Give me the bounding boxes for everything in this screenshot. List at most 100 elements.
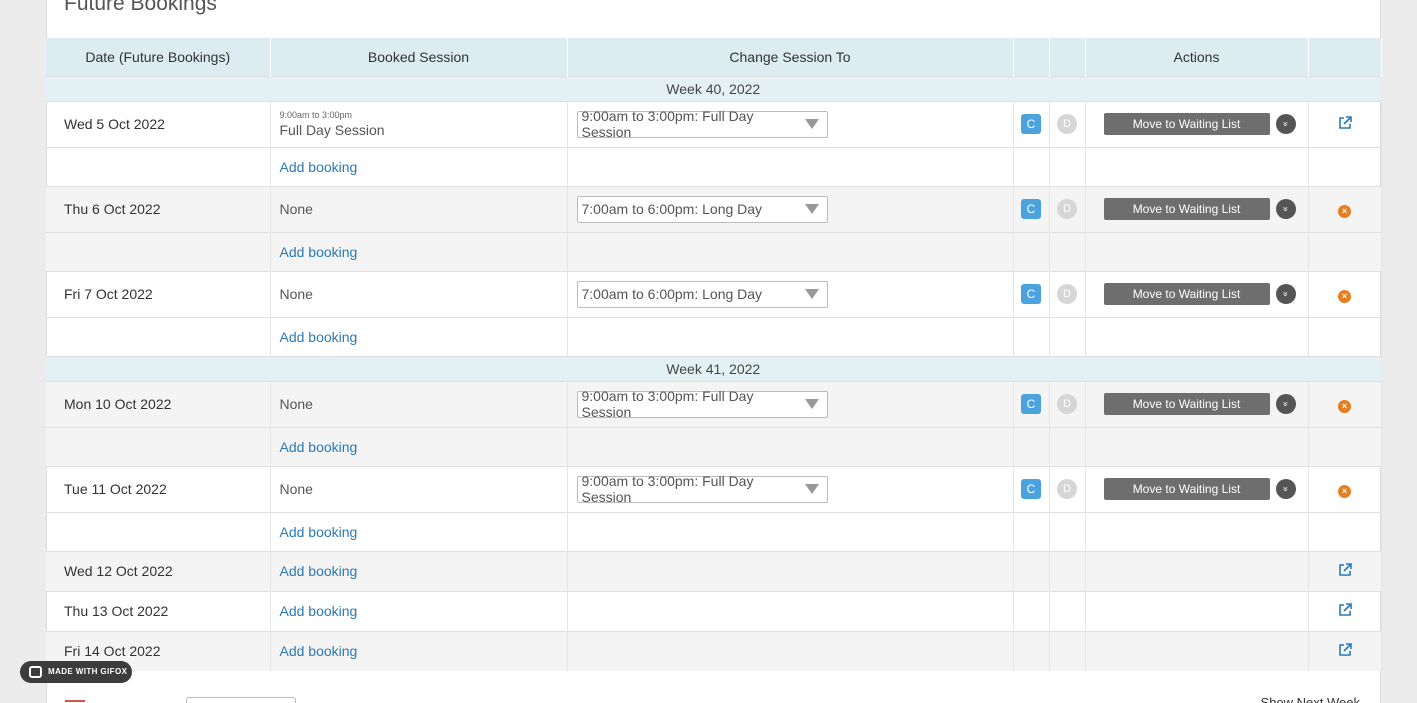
change-session-cell: 9:00am to 3:00pm: Full Day Session bbox=[567, 465, 1014, 512]
badge-c-cell: C bbox=[1013, 270, 1050, 317]
dropdown-arrow-icon bbox=[804, 119, 819, 129]
booked-session-name: None bbox=[279, 286, 313, 302]
move-to-waiting-list-button[interactable]: Move to Waiting List bbox=[1103, 198, 1270, 220]
row-action-cell: × bbox=[1308, 380, 1382, 427]
chevron-down-icon[interactable]: » bbox=[1275, 199, 1296, 220]
booking-row: Mon 10 Oct 2022 None 9:00am to 3:00pm: Ful… bbox=[46, 380, 1382, 427]
booked-session-cell: None bbox=[270, 465, 568, 512]
badge-c-cell: C bbox=[1013, 100, 1050, 147]
chevron-down-icon[interactable]: » bbox=[1275, 394, 1296, 415]
status-d-badge[interactable]: D bbox=[1057, 199, 1077, 219]
row-action-cell bbox=[1308, 100, 1382, 147]
remove-icon[interactable]: × bbox=[1338, 204, 1351, 218]
booked-session-cell: None bbox=[270, 270, 568, 317]
add-booking-row: Add booking bbox=[46, 511, 1382, 551]
status-c-badge[interactable]: C bbox=[1021, 479, 1041, 499]
change-session-select[interactable]: 7:00am to 6:00pm: Long Day bbox=[576, 195, 828, 223]
booking-date: Tue 11 Oct 2022 bbox=[46, 465, 271, 512]
change-session-select[interactable]: 9:00am to 3:00pm: Full Day Session bbox=[576, 473, 828, 505]
row-action-cell: × bbox=[1308, 465, 1382, 512]
empty-cell bbox=[1308, 316, 1382, 356]
week-title: Week 41, 2022 bbox=[46, 355, 1382, 381]
add-booking-spacer bbox=[46, 426, 271, 466]
booking-row: Tue 11 Oct 2022 None 9:00am to 3:00pm: Ful… bbox=[46, 465, 1382, 512]
move-to-waiting-list-button[interactable]: Move to Waiting List bbox=[1103, 393, 1270, 415]
week-row: Week 40, 2022 bbox=[46, 75, 1382, 101]
empty-cell bbox=[567, 630, 1014, 671]
status-c-badge[interactable]: C bbox=[1021, 199, 1041, 219]
chevron-down-icon[interactable]: » bbox=[1275, 114, 1296, 135]
remove-icon[interactable]: × bbox=[1338, 484, 1351, 498]
add-booking-link[interactable]: Add booking bbox=[270, 550, 568, 591]
section-title: Future Bookings bbox=[64, 0, 217, 15]
week-row: Week 41, 2022 bbox=[46, 355, 1382, 381]
empty-cell bbox=[567, 590, 1014, 631]
add-booking-link[interactable]: Add booking bbox=[270, 630, 568, 671]
add-booking-link[interactable]: Add booking bbox=[270, 426, 568, 466]
add-booking-link[interactable]: Add booking bbox=[270, 146, 568, 186]
empty-cell bbox=[1049, 550, 1086, 591]
status-d-badge[interactable]: D bbox=[1057, 114, 1077, 134]
change-session-select[interactable]: 9:00am to 3:00pm: Full Day Session bbox=[576, 388, 828, 420]
remove-icon[interactable]: × bbox=[1338, 289, 1351, 303]
status-d-badge[interactable]: D bbox=[1057, 479, 1077, 499]
empty-cell bbox=[567, 511, 1014, 551]
move-to-waiting-list-button[interactable]: Move to Waiting List bbox=[1103, 478, 1270, 500]
chevron-down-icon[interactable]: » bbox=[1275, 479, 1296, 500]
add-booking-link[interactable]: Add booking bbox=[270, 590, 568, 631]
empty-cell bbox=[1049, 426, 1086, 466]
empty-cell bbox=[1085, 316, 1309, 356]
booking-date: Wed 12 Oct 2022 bbox=[46, 550, 271, 591]
status-d-badge[interactable]: D bbox=[1057, 394, 1077, 414]
change-session-select[interactable]: 7:00am to 6:00pm: Long Day bbox=[576, 280, 828, 308]
change-session-select[interactable]: 9:00am to 3:00pm: Full Day Session bbox=[576, 108, 828, 140]
column-header-actions: Actions bbox=[1085, 38, 1309, 76]
badge-c-cell: C bbox=[1013, 465, 1050, 512]
external-link-icon[interactable] bbox=[1338, 562, 1352, 577]
status-c-badge[interactable]: C bbox=[1021, 114, 1041, 134]
empty-cell bbox=[1013, 630, 1050, 671]
change-session-cell: 9:00am to 3:00pm: Full Day Session bbox=[567, 100, 1014, 147]
add-booking-link[interactable]: Add booking bbox=[270, 316, 568, 356]
actions-cell: Move to Waiting List» bbox=[1085, 465, 1309, 512]
booked-session-cell: None bbox=[270, 380, 568, 427]
empty-cell bbox=[567, 316, 1014, 356]
empty-cell bbox=[1308, 511, 1382, 551]
empty-cell bbox=[1049, 231, 1086, 271]
table-body: Week 40, 2022 Wed 5 Oct 2022 9:00am to 3:0… bbox=[46, 75, 1382, 671]
show-next-week-link[interactable]: Show Next Week bbox=[1261, 695, 1360, 703]
status-d-badge[interactable]: D bbox=[1057, 284, 1077, 304]
empty-cell bbox=[567, 231, 1014, 271]
empty-cell bbox=[1049, 146, 1086, 186]
change-session-cell: 7:00am to 6:00pm: Long Day bbox=[567, 185, 1014, 232]
row-action-cell bbox=[1308, 590, 1382, 631]
gifox-logo-icon bbox=[29, 666, 42, 678]
change-session-cell: 9:00am to 3:00pm: Full Day Session bbox=[567, 380, 1014, 427]
add-booking-row: Add booking bbox=[46, 316, 1382, 356]
gifox-watermark: MADE WITH GIFOX bbox=[20, 661, 132, 683]
external-link-icon[interactable] bbox=[1338, 115, 1352, 130]
bottom-partial-select[interactable] bbox=[186, 697, 296, 703]
add-booking-row: Add booking bbox=[46, 146, 1382, 186]
empty-cell bbox=[567, 550, 1014, 591]
change-session-value: 7:00am to 6:00pm: Long Day bbox=[581, 201, 763, 217]
move-to-waiting-list-button[interactable]: Move to Waiting List bbox=[1103, 283, 1270, 305]
external-link-icon[interactable] bbox=[1338, 642, 1352, 657]
add-booking-spacer bbox=[46, 316, 271, 356]
booking-date: Fri 7 Oct 2022 bbox=[46, 270, 271, 317]
add-booking-link[interactable]: Add booking bbox=[270, 231, 568, 271]
status-c-badge[interactable]: C bbox=[1021, 394, 1041, 414]
add-booking-link[interactable]: Add booking bbox=[270, 511, 568, 551]
status-c-badge[interactable]: C bbox=[1021, 284, 1041, 304]
empty-cell bbox=[1049, 511, 1086, 551]
change-session-value: 9:00am to 3:00pm: Full Day Session bbox=[581, 473, 754, 505]
badge-d-cell: D bbox=[1049, 380, 1086, 427]
remove-icon[interactable]: × bbox=[1338, 399, 1351, 413]
badge-d-cell: D bbox=[1049, 100, 1086, 147]
external-link-icon[interactable] bbox=[1338, 602, 1352, 617]
chevron-down-icon[interactable]: » bbox=[1275, 284, 1296, 305]
empty-cell bbox=[1049, 316, 1086, 356]
actions-cell: Move to Waiting List» bbox=[1085, 185, 1309, 232]
actions-cell: Move to Waiting List» bbox=[1085, 100, 1309, 147]
move-to-waiting-list-button[interactable]: Move to Waiting List bbox=[1103, 113, 1270, 135]
